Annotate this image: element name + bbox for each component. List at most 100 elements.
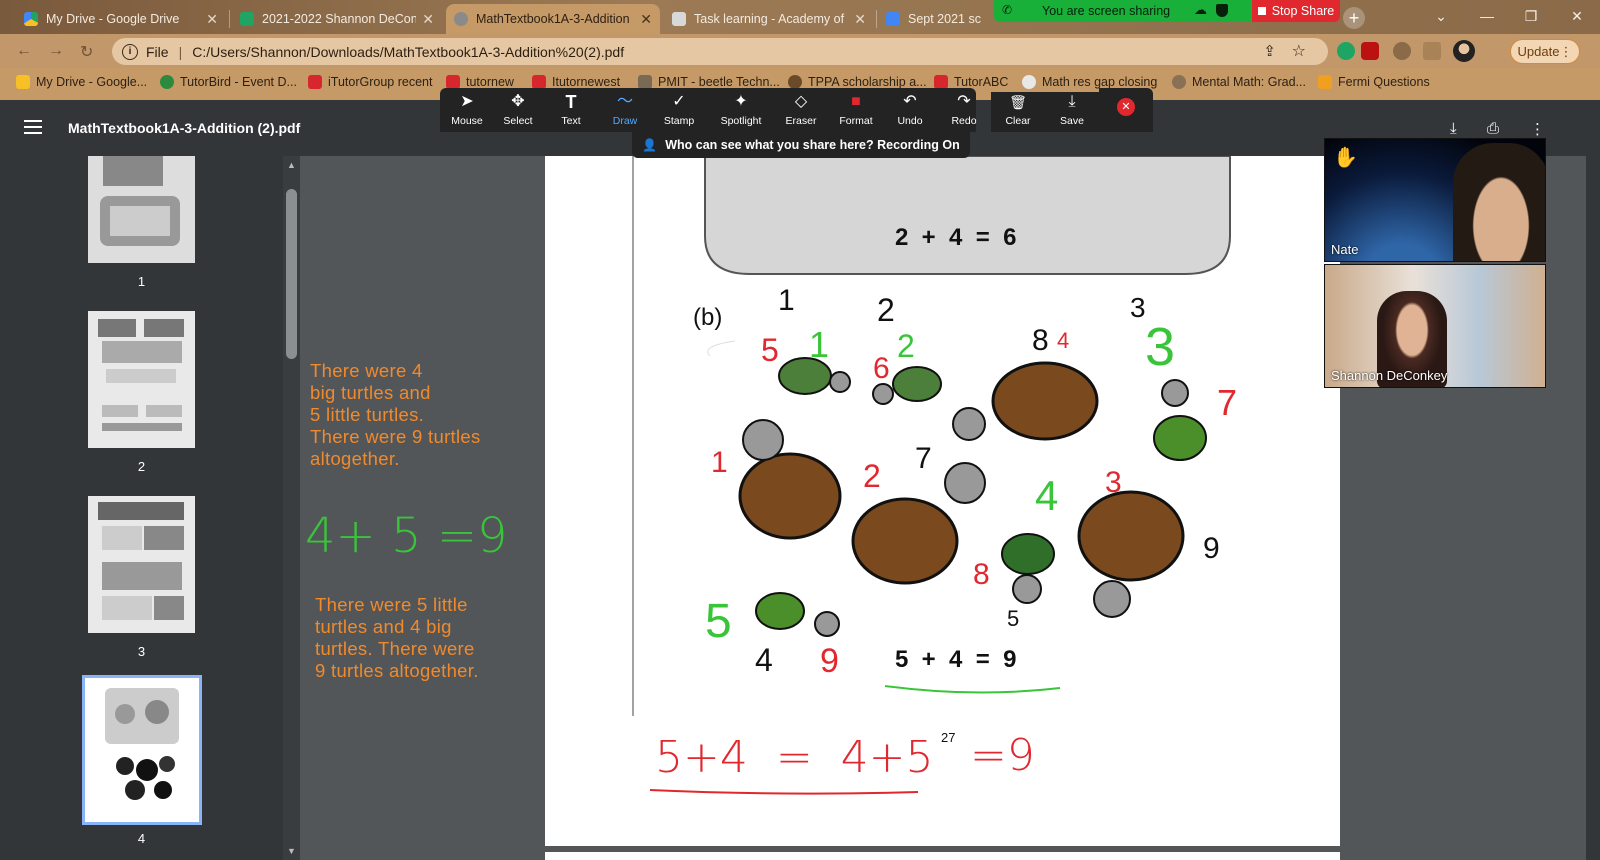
scroll-up-icon[interactable]: ▲ — [287, 160, 296, 170]
tool-label: Mouse — [451, 115, 483, 127]
select-tool[interactable]: ✥ Select — [491, 92, 545, 132]
draw-icon: 〜 — [616, 93, 633, 110]
scrollbar-thumb[interactable] — [286, 189, 297, 359]
share-icon[interactable]: ⇪ — [1263, 42, 1276, 60]
address-bar[interactable]: i File | C:/Users/Shannon/Downloads/Math… — [112, 38, 1328, 65]
new-tab-button[interactable]: + — [1343, 7, 1365, 29]
pdf-title: MathTextbook1A-3-Addition (2).pdf — [68, 120, 301, 136]
close-icon[interactable]: ✕ — [206, 11, 218, 28]
text-tool[interactable]: T Text — [544, 92, 598, 132]
tab-task-learning[interactable]: Task learning - Academy of N ✕ — [664, 4, 874, 34]
bookmark-itutorgroup[interactable]: iTutorGroup recent — [308, 75, 432, 89]
close-icon[interactable]: ✕ — [640, 11, 652, 28]
mouse-tool[interactable]: ➤ Mouse — [440, 92, 494, 132]
bookmark-tppa[interactable]: TPPA scholarship a... — [788, 75, 927, 89]
hw-red: 8 — [973, 558, 990, 591]
bookmark-pmit[interactable]: PMIT - beetle Techn... — [638, 75, 780, 89]
reload-icon[interactable]: ↻ — [80, 42, 93, 62]
menu-icon[interactable] — [24, 120, 42, 134]
separator: | — [178, 43, 183, 60]
cursor-icon: ➤ — [460, 93, 474, 110]
video-tile-shannon[interactable]: Shannon DeConkey — [1324, 264, 1546, 388]
forward-icon[interactable]: → — [48, 42, 64, 60]
page-thumbnail-2[interactable] — [88, 311, 195, 448]
url-text[interactable]: C:/Users/Shannon/Downloads/MathTextbook1… — [192, 44, 624, 60]
update-label: Update — [1517, 44, 1560, 59]
spotlight-tool[interactable]: ✦ Spotlight — [714, 92, 768, 132]
minimize-button[interactable]: — — [1464, 0, 1510, 32]
close-icon[interactable]: ✕ — [422, 11, 434, 28]
page-thumbnail-4-selected[interactable] — [82, 675, 202, 825]
text-icon: T — [565, 92, 577, 112]
recording-notice[interactable]: 👤 Who can see what you share here? Recor… — [632, 132, 970, 158]
browser-toolbar: ← → ↻ i File | C:/Users/Shannon/Download… — [0, 34, 1600, 68]
close-window-button[interactable]: ✕ — [1554, 0, 1600, 32]
tab-search-button[interactable]: ⌄ — [1418, 0, 1464, 32]
restore-button[interactable]: ❐ — [1508, 0, 1554, 32]
draw-tool[interactable]: 〜 Draw — [598, 92, 652, 132]
hw-black: 7 — [915, 442, 932, 475]
tab-math-textbook[interactable]: MathTextbook1A-3-Addition ✕ — [446, 4, 660, 34]
extension-green-icon[interactable] — [1337, 42, 1355, 60]
hw-red: 9 — [820, 642, 839, 680]
hw-green: 3 — [1145, 317, 1176, 377]
annotation-story-2: There were 5 little turtles and 4 big tu… — [315, 594, 479, 682]
notice-text: Who can see what you share here? Recordi… — [665, 138, 960, 152]
story-line: 9 turtles altogether. — [315, 660, 479, 681]
profile-avatar[interactable] — [1453, 40, 1475, 62]
tab-sept-2021[interactable]: Sept 2021 sc — [878, 4, 994, 34]
stamp-tool[interactable]: ✓ Stamp — [652, 92, 706, 132]
more-options-icon[interactable]: ⋮ — [1530, 120, 1545, 138]
tutorbird-icon — [160, 75, 174, 89]
story-line: 5 little turtles. — [310, 404, 425, 425]
close-annotation-icon[interactable]: ✕ — [1117, 98, 1135, 116]
sidebar-scrollbar[interactable]: ▲ ▼ — [283, 156, 300, 860]
scroll-down-icon[interactable]: ▼ — [287, 846, 296, 856]
video-tile-nate[interactable]: ✋ Nate — [1324, 138, 1546, 262]
hw-black: 4 — [755, 642, 773, 678]
annotation-toolbar: ➤ Mouse ✥ Select T Text 〜 Draw ✓ Stamp ✦ Spotl… — [440, 88, 977, 132]
puzzle-icon[interactable] — [1393, 42, 1411, 60]
back-icon[interactable]: ← — [16, 42, 32, 60]
tool-label: Undo — [897, 115, 923, 127]
save-tool[interactable]: ⤓ Save — [1045, 92, 1099, 132]
trash-icon: 🗑 — [1009, 94, 1027, 110]
print-icon[interactable]: ⎙ — [1487, 120, 1499, 137]
star-icon[interactable]: ☆ — [1292, 41, 1306, 61]
tab-my-drive[interactable]: My Drive - Google Drive ✕ — [16, 4, 226, 34]
side-panel-icon[interactable] — [1423, 42, 1441, 60]
ublock-icon[interactable] — [1361, 42, 1379, 60]
bookmark-itutornewest[interactable]: Itutornewest — [532, 75, 620, 89]
download-icon[interactable]: ⤓ — [1450, 120, 1457, 137]
bookmark-label: Fermi Questions — [1338, 75, 1430, 89]
checkmark-icon: ✓ — [672, 93, 686, 110]
hw-green: 1 — [809, 324, 830, 365]
bookmark-mental-math[interactable]: Mental Math: Grad... — [1172, 75, 1306, 89]
tab-sheets[interactable]: 2021-2022 Shannon DeConke ✕ — [232, 4, 442, 34]
bookmark-label: TPPA scholarship a... — [808, 75, 927, 89]
page-thumbnail-3[interactable] — [88, 496, 195, 633]
globe-icon — [1022, 75, 1036, 89]
screen-sharing-banner[interactable]: ✆ You are screen sharing ☁ — [994, 0, 1254, 22]
hw-black: 8 — [1032, 324, 1049, 357]
hw-black: 9 — [1203, 532, 1220, 565]
clear-tool[interactable]: 🗑 Clear — [991, 92, 1045, 132]
undo-tool[interactable]: ↶ Undo — [883, 92, 937, 132]
close-icon[interactable]: ✕ — [854, 11, 866, 28]
page-thumbnail-1[interactable] — [88, 156, 195, 263]
redo-tool[interactable]: ↷ Redo — [937, 92, 991, 132]
format-tool[interactable]: ■ Format — [829, 92, 883, 132]
globe-icon — [454, 12, 468, 26]
bookmark-tutorabc[interactable]: TutorABC — [934, 75, 1008, 89]
tool-label: Eraser — [785, 115, 817, 127]
bookmark-tutorbird[interactable]: TutorBird - Event D... — [160, 75, 297, 89]
eraser-tool[interactable]: ◇ Eraser — [774, 92, 828, 132]
bookmark-my-drive[interactable]: My Drive - Google... — [16, 75, 147, 89]
info-icon[interactable]: i — [122, 43, 138, 60]
stop-share-button[interactable]: Stop Share — [1252, 0, 1340, 22]
bookmark-fermi[interactable]: Fermi Questions — [1318, 75, 1430, 89]
update-button[interactable]: Update ⋮ — [1510, 39, 1580, 64]
bookmark-math-res[interactable]: Math res gap closing — [1022, 75, 1157, 89]
bookmark-tutornew[interactable]: tutornew — [446, 75, 514, 89]
stop-icon — [1257, 7, 1266, 15]
